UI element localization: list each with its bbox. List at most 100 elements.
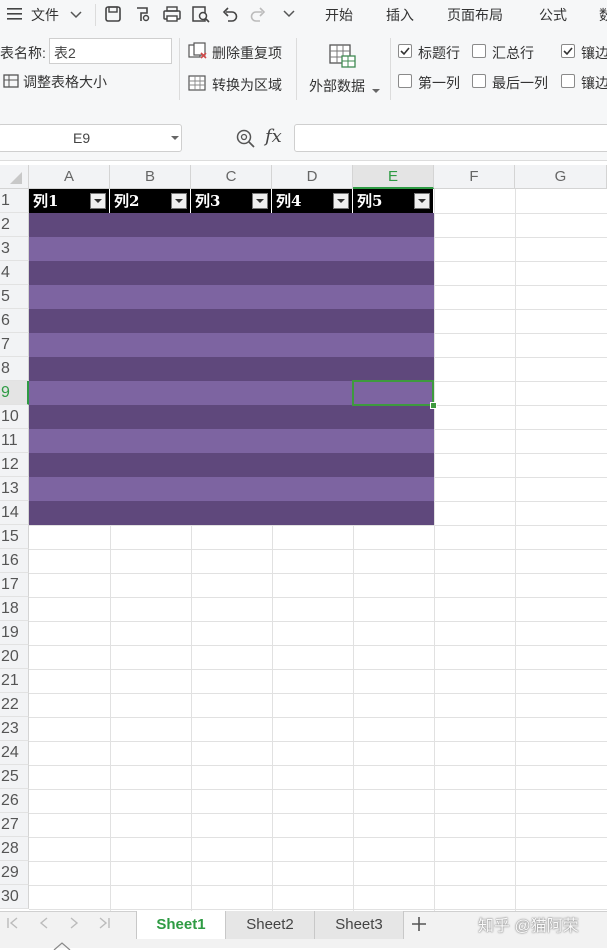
tab-insert[interactable]: 插入	[386, 5, 414, 25]
row-header-14[interactable]: 14	[0, 501, 29, 525]
table-band-row[interactable]	[29, 477, 434, 501]
last-sheet-icon[interactable]	[96, 915, 112, 934]
table-band-row[interactable]	[29, 309, 434, 333]
row-header-18[interactable]: 18	[0, 597, 29, 621]
header-row-checkbox[interactable]	[398, 44, 412, 58]
last-column-checkbox[interactable]	[472, 74, 486, 88]
name-box-dropdown-icon[interactable]	[171, 136, 179, 142]
sheet-tab-sheet3[interactable]: Sheet3	[315, 911, 404, 939]
convert-to-range-icon[interactable]	[188, 74, 208, 95]
table-band-row[interactable]	[29, 333, 434, 357]
table-band-row[interactable]	[29, 429, 434, 453]
prev-sheet-icon[interactable]	[36, 915, 52, 934]
total-row-checkbox[interactable]	[472, 44, 486, 58]
table-header-cell[interactable]: 列3	[191, 189, 272, 213]
row-header-16[interactable]: 16	[0, 549, 29, 573]
table-name-input[interactable]: 表2	[49, 38, 172, 64]
first-column-checkbox[interactable]	[398, 74, 412, 88]
external-data-icon[interactable]	[328, 42, 358, 73]
undo-icon[interactable]	[221, 5, 239, 23]
row-header-25[interactable]: 25	[0, 765, 29, 789]
filter-dropdown-icon[interactable]	[90, 193, 106, 209]
resize-table-icon[interactable]	[3, 73, 21, 92]
filter-dropdown-icon[interactable]	[252, 193, 268, 209]
row-header-8[interactable]: 8	[0, 357, 29, 381]
row-header-17[interactable]: 17	[0, 573, 29, 597]
row-header-11[interactable]: 11	[0, 429, 29, 453]
table-band-row[interactable]	[29, 213, 434, 237]
tab-formulas[interactable]: 公式	[539, 5, 567, 25]
convert-to-range-button[interactable]: 转换为区域	[212, 75, 282, 95]
banded-rows-checkbox[interactable]	[561, 44, 575, 58]
row-header-3[interactable]: 3	[0, 237, 29, 261]
filter-dropdown-icon[interactable]	[171, 193, 187, 209]
table-header-cell[interactable]: 列4	[272, 189, 353, 213]
row-header-1[interactable]: 1	[0, 189, 29, 213]
table-header-cell[interactable]: 列5	[353, 189, 434, 213]
table-band-row[interactable]	[29, 357, 434, 381]
row-header-24[interactable]: 24	[0, 741, 29, 765]
table-band-row[interactable]	[29, 405, 434, 429]
remove-duplicates-icon[interactable]	[188, 42, 208, 63]
sheet-tab-sheet1[interactable]: Sheet1	[136, 911, 226, 939]
row-header-29[interactable]: 29	[0, 861, 29, 885]
tab-page-layout[interactable]: 页面布局	[447, 5, 503, 25]
table-header-cell[interactable]: 列1	[29, 189, 110, 213]
function-icon[interactable]: fx	[265, 126, 282, 147]
tab-home[interactable]: 开始	[325, 5, 353, 25]
save-icon[interactable]	[104, 5, 122, 23]
row-header-2[interactable]: 2	[0, 213, 29, 237]
column-header-g[interactable]: G	[515, 165, 607, 189]
print-icon[interactable]	[162, 5, 181, 23]
table-band-row[interactable]	[29, 261, 434, 285]
print-preview-icon[interactable]	[191, 5, 210, 23]
redo-icon[interactable]	[249, 5, 267, 23]
name-box[interactable]: E9	[0, 124, 182, 152]
chevron-down-icon[interactable]	[69, 8, 83, 24]
row-header-15[interactable]: 15	[0, 525, 29, 549]
column-header-d[interactable]: D	[272, 165, 353, 189]
row-header-5[interactable]: 5	[0, 285, 29, 309]
row-header-6[interactable]: 6	[0, 309, 29, 333]
fill-handle[interactable]	[430, 402, 437, 409]
table-band-row[interactable]	[29, 285, 434, 309]
external-data-button[interactable]: 外部数据	[309, 76, 365, 96]
hamburger-menu-icon[interactable]	[6, 6, 24, 22]
customize-toolbar-icon[interactable]	[282, 7, 296, 24]
row-header-27[interactable]: 27	[0, 813, 29, 837]
tab-data[interactable]: 数	[599, 5, 607, 25]
row-header-13[interactable]: 13	[0, 477, 29, 501]
row-header-28[interactable]: 28	[0, 837, 29, 861]
table-band-row[interactable]	[29, 453, 434, 477]
column-header-a[interactable]: A	[29, 165, 110, 189]
format-painter-icon[interactable]	[134, 5, 152, 23]
filter-dropdown-icon[interactable]	[414, 193, 430, 209]
row-header-19[interactable]: 19	[0, 621, 29, 645]
formula-input[interactable]	[294, 124, 607, 152]
row-header-21[interactable]: 21	[0, 669, 29, 693]
table-band-row[interactable]	[29, 237, 434, 261]
column-header-c[interactable]: C	[191, 165, 272, 189]
sheet-tab-sheet2[interactable]: Sheet2	[226, 911, 315, 939]
remove-duplicates-button[interactable]: 删除重复项	[212, 43, 282, 63]
table-header-cell[interactable]: 列2	[110, 189, 191, 213]
add-sheet-icon[interactable]	[410, 915, 428, 936]
row-header-22[interactable]: 22	[0, 693, 29, 717]
table-band-row[interactable]	[29, 501, 434, 525]
banded-columns-checkbox[interactable]	[561, 74, 575, 88]
selected-cell-outline[interactable]	[352, 380, 434, 406]
row-header-20[interactable]: 20	[0, 645, 29, 669]
filter-dropdown-icon[interactable]	[333, 193, 349, 209]
row-header-12[interactable]: 12	[0, 453, 29, 477]
row-header-10[interactable]: 10	[0, 405, 29, 429]
row-header-26[interactable]: 26	[0, 789, 29, 813]
row-header-4[interactable]: 4	[0, 261, 29, 285]
column-header-e[interactable]: E	[353, 165, 434, 189]
next-sheet-icon[interactable]	[66, 915, 82, 934]
column-header-b[interactable]: B	[110, 165, 191, 189]
row-header-9[interactable]: 9	[0, 381, 29, 405]
external-data-dropdown-icon[interactable]	[372, 82, 380, 98]
resize-table-button[interactable]: 调整表格大小	[23, 72, 107, 92]
row-header-30[interactable]: 30	[0, 885, 29, 909]
first-sheet-icon[interactable]	[5, 915, 21, 934]
